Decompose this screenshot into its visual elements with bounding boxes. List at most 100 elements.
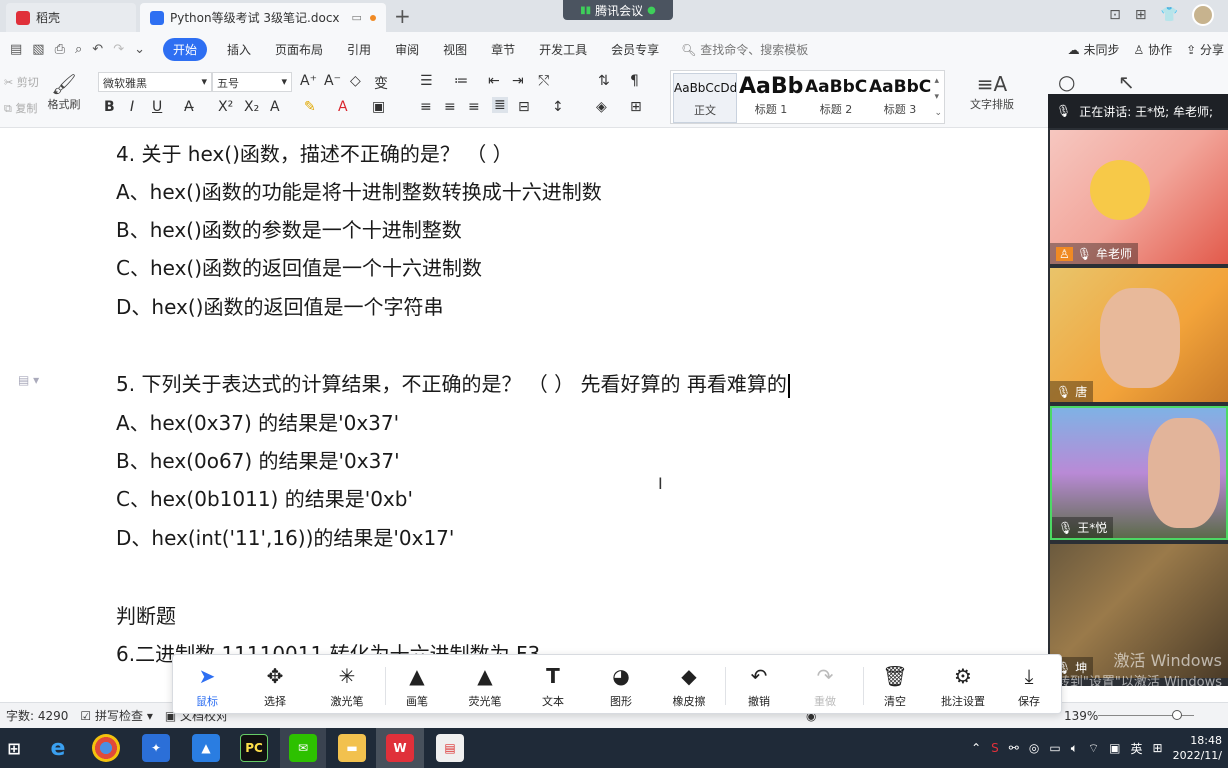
print-icon[interactable]: ⎙ bbox=[55, 42, 65, 57]
tab-docer[interactable]: 稻壳 bbox=[6, 3, 136, 32]
style-heading-2[interactable]: AaBbC 标题 2 bbox=[805, 73, 867, 123]
grid-icon[interactable]: ⊞ bbox=[1135, 7, 1147, 23]
tool-highlighter[interactable]: ▲ 荧光笔 bbox=[455, 663, 515, 709]
numbering-icon[interactable]: ≔ bbox=[454, 73, 468, 89]
sync-status[interactable]: ☁ 未同步 bbox=[1068, 41, 1120, 58]
zoom-slider-handle[interactable] bbox=[1172, 710, 1182, 720]
edge-icon[interactable]: e bbox=[44, 734, 72, 762]
wifi-icon[interactable]: ⌔ bbox=[1088, 741, 1099, 756]
menu-review[interactable]: 审阅 bbox=[395, 41, 419, 58]
skin-icon[interactable]: 👕 bbox=[1161, 7, 1178, 23]
volume-icon[interactable]: 🔈︎ bbox=[1071, 741, 1078, 756]
battery-icon[interactable]: ▭ bbox=[1049, 741, 1060, 755]
font-color-icon[interactable]: A bbox=[338, 99, 348, 115]
cut-button[interactable]: ✂ 剪切 bbox=[4, 74, 39, 90]
menu-developer[interactable]: 开发工具 bbox=[539, 41, 587, 58]
ime-indicator[interactable]: 英 bbox=[1131, 740, 1143, 757]
share-button[interactable]: ⇪ 分享 bbox=[1186, 41, 1224, 58]
text-layout-button[interactable]: ≡A 文字排版 bbox=[960, 72, 1024, 112]
tool-redo[interactable]: ↷ 重做 bbox=[795, 663, 855, 709]
chinese-layout-icon[interactable]: ⤲ bbox=[538, 73, 549, 89]
menu-references[interactable]: 引用 bbox=[347, 41, 371, 58]
preview-icon[interactable]: ⌕ bbox=[75, 42, 82, 57]
pycharm-icon[interactable]: PC bbox=[240, 734, 268, 762]
align-right-icon[interactable]: ≡ bbox=[468, 99, 480, 115]
style-heading-3[interactable]: AaBbC 标题 3 bbox=[869, 73, 931, 123]
tray-expand-icon[interactable]: ⌃ bbox=[971, 741, 981, 755]
menu-home[interactable]: 开始 bbox=[163, 37, 208, 61]
sort-icon[interactable]: ⇅ bbox=[598, 73, 610, 89]
spell-check-toggle[interactable]: ☑ 拼写检查 ▾ bbox=[80, 707, 152, 724]
security-icon[interactable]: ▣ bbox=[1109, 741, 1120, 755]
slides-icon[interactable]: ▤ bbox=[436, 734, 464, 762]
menu-member[interactable]: 会员专享 bbox=[611, 41, 659, 58]
shading-icon[interactable]: ◈ bbox=[596, 99, 607, 115]
grow-font-icon[interactable]: A⁺ bbox=[300, 73, 317, 89]
align-center-icon[interactable]: ≡ bbox=[444, 99, 456, 115]
collaborate-button[interactable]: ♙ 协作 bbox=[1133, 41, 1172, 58]
increase-indent-icon[interactable]: ⇥ bbox=[512, 73, 524, 89]
document-page[interactable]: 4. 关于 hex()函数，描述不正确的是？ （ ） A、hex()函数的功能是… bbox=[0, 128, 1048, 686]
font-size-select[interactable]: 五号 ▾ bbox=[212, 72, 292, 92]
tool-select[interactable]: ✥ 选择 bbox=[245, 663, 305, 709]
more-chevron-icon[interactable]: ⌄ bbox=[134, 42, 145, 57]
export-icon[interactable]: ▧ bbox=[32, 42, 44, 57]
styles-scroll[interactable]: ▴ ▾ ⌄ bbox=[934, 73, 942, 121]
video-tile-active[interactable]: 🎙︎ 王*悦 bbox=[1050, 406, 1228, 540]
tool-annotation-settings[interactable]: ⚙ 批注设置 bbox=[933, 663, 993, 709]
wechat-tray-icon[interactable]: ◎ bbox=[1029, 741, 1039, 755]
user-avatar[interactable] bbox=[1192, 4, 1214, 26]
justify-icon[interactable]: ≣ bbox=[492, 97, 508, 113]
photos-icon[interactable]: ▲ bbox=[192, 734, 220, 762]
superscript-icon[interactable]: X² bbox=[218, 99, 233, 115]
distribute-icon[interactable]: ⊟ bbox=[518, 99, 530, 115]
tool-mouse[interactable]: ➤ 鼠标 bbox=[177, 663, 237, 709]
style-normal[interactable]: AaBbCcDd 正文 bbox=[673, 73, 737, 123]
menu-view[interactable]: 视图 bbox=[443, 41, 467, 58]
file-explorer-icon[interactable]: ▬ bbox=[338, 734, 366, 762]
subscript-icon[interactable]: X₂ bbox=[244, 99, 259, 115]
copy-button[interactable]: ⧉ 复制 bbox=[4, 100, 37, 116]
app-icon[interactable]: ✦ bbox=[142, 734, 170, 762]
tool-shape[interactable]: ◕ 图形 bbox=[591, 663, 651, 709]
shrink-font-icon[interactable]: A⁻ bbox=[324, 73, 341, 89]
clock[interactable]: 18:48 2022/11/ bbox=[1173, 733, 1222, 763]
wps-icon[interactable]: W bbox=[386, 734, 414, 762]
font-name-select[interactable]: 微软雅黑 ▾ bbox=[98, 72, 212, 92]
video-tile[interactable]: 🎙︎ 唐 bbox=[1050, 268, 1228, 402]
tool-undo[interactable]: ↶ 撤销 bbox=[729, 663, 789, 709]
tab-window-icon[interactable]: ▭ bbox=[352, 11, 362, 24]
undo-quick-icon[interactable]: ↶ bbox=[92, 42, 103, 57]
line-spacing-icon[interactable]: ↕ bbox=[552, 99, 564, 115]
redo-quick-icon[interactable]: ↷ bbox=[113, 42, 124, 57]
select-arrow-icon[interactable]: ↖ bbox=[1118, 70, 1135, 94]
menu-section[interactable]: 章节 bbox=[491, 41, 515, 58]
chrome-icon[interactable] bbox=[92, 734, 120, 762]
tool-eraser[interactable]: ◆ 橡皮擦 bbox=[659, 663, 719, 709]
network-share-icon[interactable]: ⚯ bbox=[1009, 741, 1019, 755]
phonetic-icon[interactable]: 变 bbox=[374, 73, 388, 93]
clear-format-icon[interactable]: ◇ bbox=[350, 73, 361, 89]
layout-icon[interactable]: ⊡ bbox=[1109, 7, 1121, 23]
show-marks-icon[interactable]: ¶ bbox=[630, 73, 639, 89]
start-menu-icon[interactable]: ⊞ bbox=[0, 734, 28, 762]
find-icon[interactable]: ○ bbox=[1058, 70, 1075, 94]
bold-icon[interactable]: B bbox=[104, 99, 115, 115]
keyboard-icon[interactable]: ⊞ bbox=[1153, 741, 1163, 755]
decrease-indent-icon[interactable]: ⇤ bbox=[488, 73, 500, 89]
strikethrough-icon[interactable]: A̶ bbox=[184, 99, 194, 115]
tool-laser[interactable]: ✳ 激光笔 bbox=[317, 663, 377, 709]
char-border-icon[interactable]: ▣ bbox=[372, 99, 385, 115]
zoom-level[interactable]: 139% bbox=[1064, 709, 1098, 723]
menu-insert[interactable]: 插入 bbox=[227, 41, 251, 58]
tool-save[interactable]: ⤓ 保存 bbox=[999, 663, 1059, 709]
italic-icon[interactable]: I bbox=[130, 99, 134, 115]
bullets-icon[interactable]: ☰ bbox=[420, 73, 433, 89]
borders-icon[interactable]: ⊞ bbox=[630, 99, 642, 115]
tool-clear[interactable]: 🗑︎ 清空 bbox=[865, 663, 925, 709]
tab-document[interactable]: Python等级考试 3级笔记.docx ▭ bbox=[140, 3, 386, 32]
save-quick-icon[interactable]: ▤ bbox=[10, 42, 22, 57]
underline-icon[interactable]: U bbox=[152, 99, 162, 115]
format-painter-button[interactable]: 🖌︎ 格式刷 bbox=[46, 72, 82, 112]
command-search[interactable]: 🔍︎ 查找命令、搜索模板 bbox=[681, 41, 808, 58]
